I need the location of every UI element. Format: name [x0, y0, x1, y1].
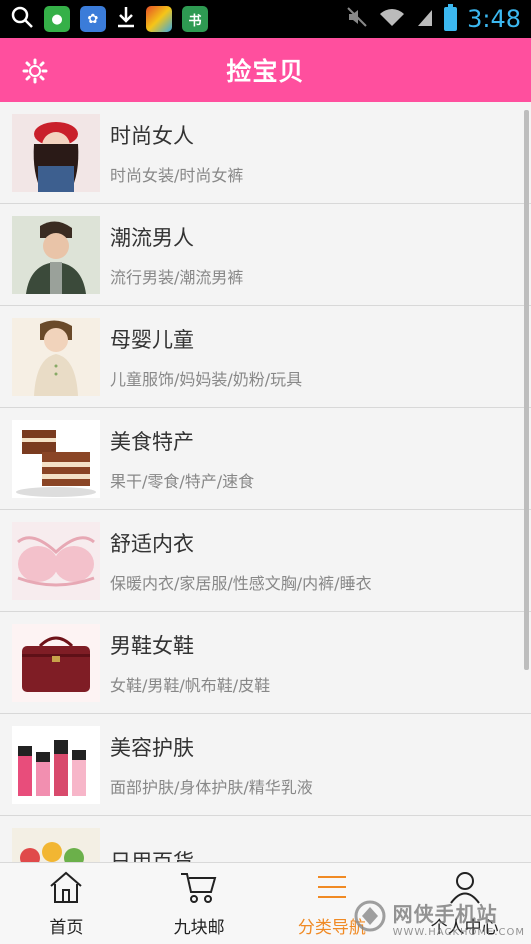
tab-label: 首页 — [49, 917, 84, 938]
beauty-thumbnail — [12, 725, 100, 804]
baidu-icon: ✿ — [80, 6, 106, 32]
mute-icon — [346, 6, 368, 32]
tab-nine-yuan[interactable]: 九块邮 — [133, 863, 266, 944]
category-subtitle: 保暖内衣/家居服/性感文胸/内裤/睡衣 — [110, 573, 372, 593]
list-scrollbar[interactable] — [524, 110, 529, 670]
fashion-women-thumbnail — [12, 113, 100, 192]
category-title: 日用百货 — [110, 849, 194, 863]
category-subtitle: 面部护肤/身体护肤/精华乳液 — [110, 777, 313, 797]
category-item-trendy-men[interactable]: 潮流男人 流行男装/潮流男裤 — [0, 204, 531, 306]
watermark-name: 网侠手机站 — [392, 902, 498, 926]
bottom-navigation: 首页 九块邮 分类导航 个人中心 网侠手机站 WWW.HACKHOME.COM — [0, 862, 531, 944]
search-icon — [10, 5, 34, 33]
tab-label: 九块邮 — [173, 917, 225, 938]
category-title: 时尚女人 — [110, 123, 194, 148]
category-title: 母婴儿童 — [110, 327, 194, 352]
mother-baby-thumbnail — [12, 317, 100, 396]
signal-icon — [416, 6, 434, 32]
shoes-thumbnail — [12, 623, 100, 702]
tool-app-icon: 书 — [182, 6, 208, 32]
trendy-men-thumbnail — [12, 215, 100, 294]
category-title: 舒适内衣 — [110, 531, 194, 556]
green-app-icon: ● — [44, 6, 70, 32]
category-title: 男鞋女鞋 — [110, 633, 194, 658]
tab-home[interactable]: 首页 — [0, 863, 133, 944]
category-list[interactable]: 时尚女人 时尚女装/时尚女裤 潮流男人 流行男装/潮流男裤 母婴儿童 儿童服饰/… — [0, 102, 531, 862]
category-item-underwear[interactable]: 舒适内衣 保暖内衣/家居服/性感文胸/内裤/睡衣 — [0, 510, 531, 612]
category-subtitle: 儿童服饰/妈妈装/奶粉/玩具 — [110, 369, 303, 389]
watermark-logo-icon — [353, 899, 387, 937]
category-title: 美食特产 — [110, 429, 194, 454]
category-title: 美容护肤 — [110, 735, 194, 760]
daily-goods-thumbnail — [12, 827, 100, 862]
underwear-thumbnail — [12, 521, 100, 600]
watermark-url: WWW.HACKHOME.COM — [392, 927, 525, 938]
category-title: 潮流男人 — [110, 225, 194, 250]
battery-icon — [444, 4, 458, 31]
category-subtitle: 女鞋/男鞋/帆布鞋/皮鞋 — [110, 675, 271, 695]
page-title: 捡宝贝 — [226, 57, 305, 86]
category-item-mother-baby[interactable]: 母婴儿童 儿童服饰/妈妈装/奶粉/玩具 — [0, 306, 531, 408]
category-item-beauty[interactable]: 美容护肤 面部护肤/身体护肤/精华乳液 — [0, 714, 531, 816]
clock: 3:48 — [467, 5, 521, 33]
home-icon — [47, 870, 85, 909]
watermark: 网侠手机站 WWW.HACKHOME.COM — [353, 898, 525, 938]
category-subtitle: 果干/零食/特产/速食 — [110, 471, 255, 491]
menu-icon — [314, 870, 350, 909]
status-bar: ● ✿ 书 3:48 — [0, 0, 531, 38]
category-item-food[interactable]: 美食特产 果干/零食/特产/速食 — [0, 408, 531, 510]
wifi-icon — [378, 6, 406, 32]
category-item-fashion-women[interactable]: 时尚女人 时尚女装/时尚女裤 — [0, 102, 531, 204]
colorful-app-icon — [146, 6, 172, 32]
food-thumbnail — [12, 419, 100, 498]
gear-icon[interactable] — [20, 56, 50, 86]
download-icon — [116, 5, 136, 33]
cart-icon — [179, 870, 219, 909]
category-subtitle: 流行男装/潮流男裤 — [110, 267, 244, 287]
app-bar: 捡宝贝 — [0, 38, 531, 102]
category-subtitle: 时尚女装/时尚女裤 — [110, 165, 244, 185]
category-item-daily-goods[interactable]: 日用百货 — [0, 816, 531, 862]
category-item-shoes[interactable]: 男鞋女鞋 女鞋/男鞋/帆布鞋/皮鞋 — [0, 612, 531, 714]
